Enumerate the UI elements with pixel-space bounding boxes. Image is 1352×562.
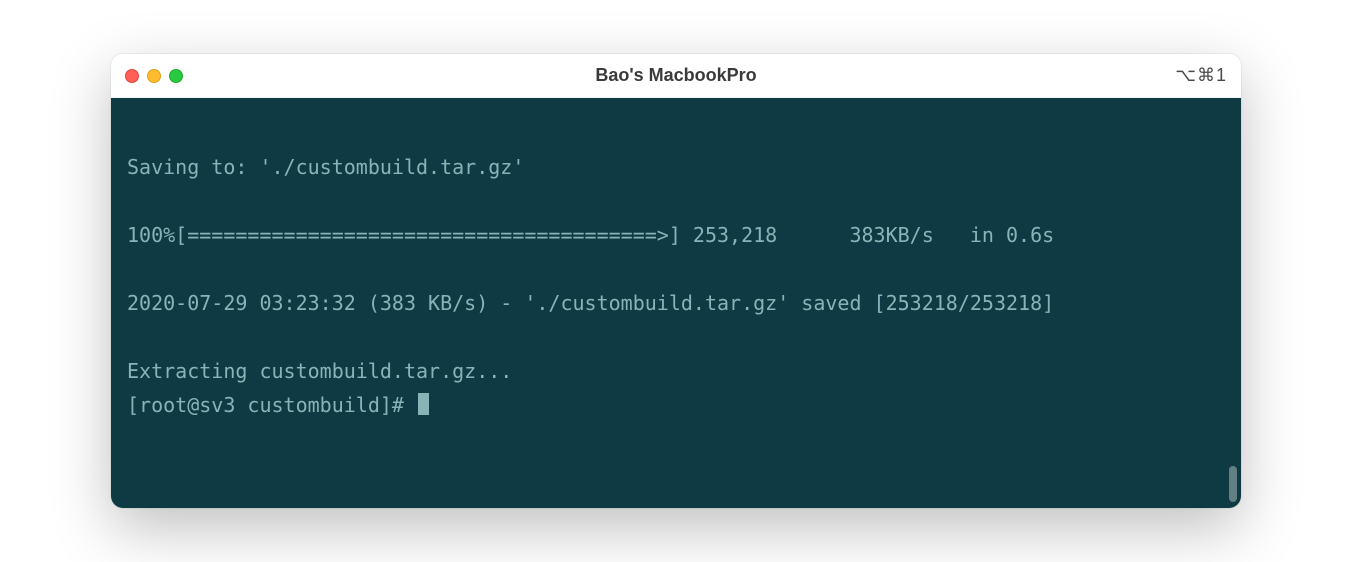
window-controls (125, 69, 183, 83)
terminal-prompt-line: [root@sv3 custombuild]# (127, 393, 429, 417)
terminal-output-line: Extracting custombuild.tar.gz... (127, 359, 512, 383)
terminal-output-line: Saving to: './custombuild.tar.gz' (127, 155, 524, 179)
terminal-prompt: [root@sv3 custombuild]# (127, 393, 416, 417)
window-title: Bao's MacbookPro (111, 65, 1241, 86)
cursor-icon (418, 393, 429, 415)
minimize-button[interactable] (147, 69, 161, 83)
terminal-output-line: 100%[===================================… (127, 223, 1054, 247)
titlebar[interactable]: Bao's MacbookPro ⌥⌘1 (111, 54, 1241, 98)
scrollbar-thumb[interactable] (1229, 466, 1237, 502)
maximize-button[interactable] (169, 69, 183, 83)
terminal-window: Bao's MacbookPro ⌥⌘1 Saving to: './custo… (111, 54, 1241, 508)
terminal-body[interactable]: Saving to: './custombuild.tar.gz' 100%[=… (111, 98, 1241, 508)
terminal-output-line: 2020-07-29 03:23:32 (383 KB/s) - './cust… (127, 291, 1054, 315)
tab-shortcut-label: ⌥⌘1 (1175, 65, 1227, 86)
close-button[interactable] (125, 69, 139, 83)
